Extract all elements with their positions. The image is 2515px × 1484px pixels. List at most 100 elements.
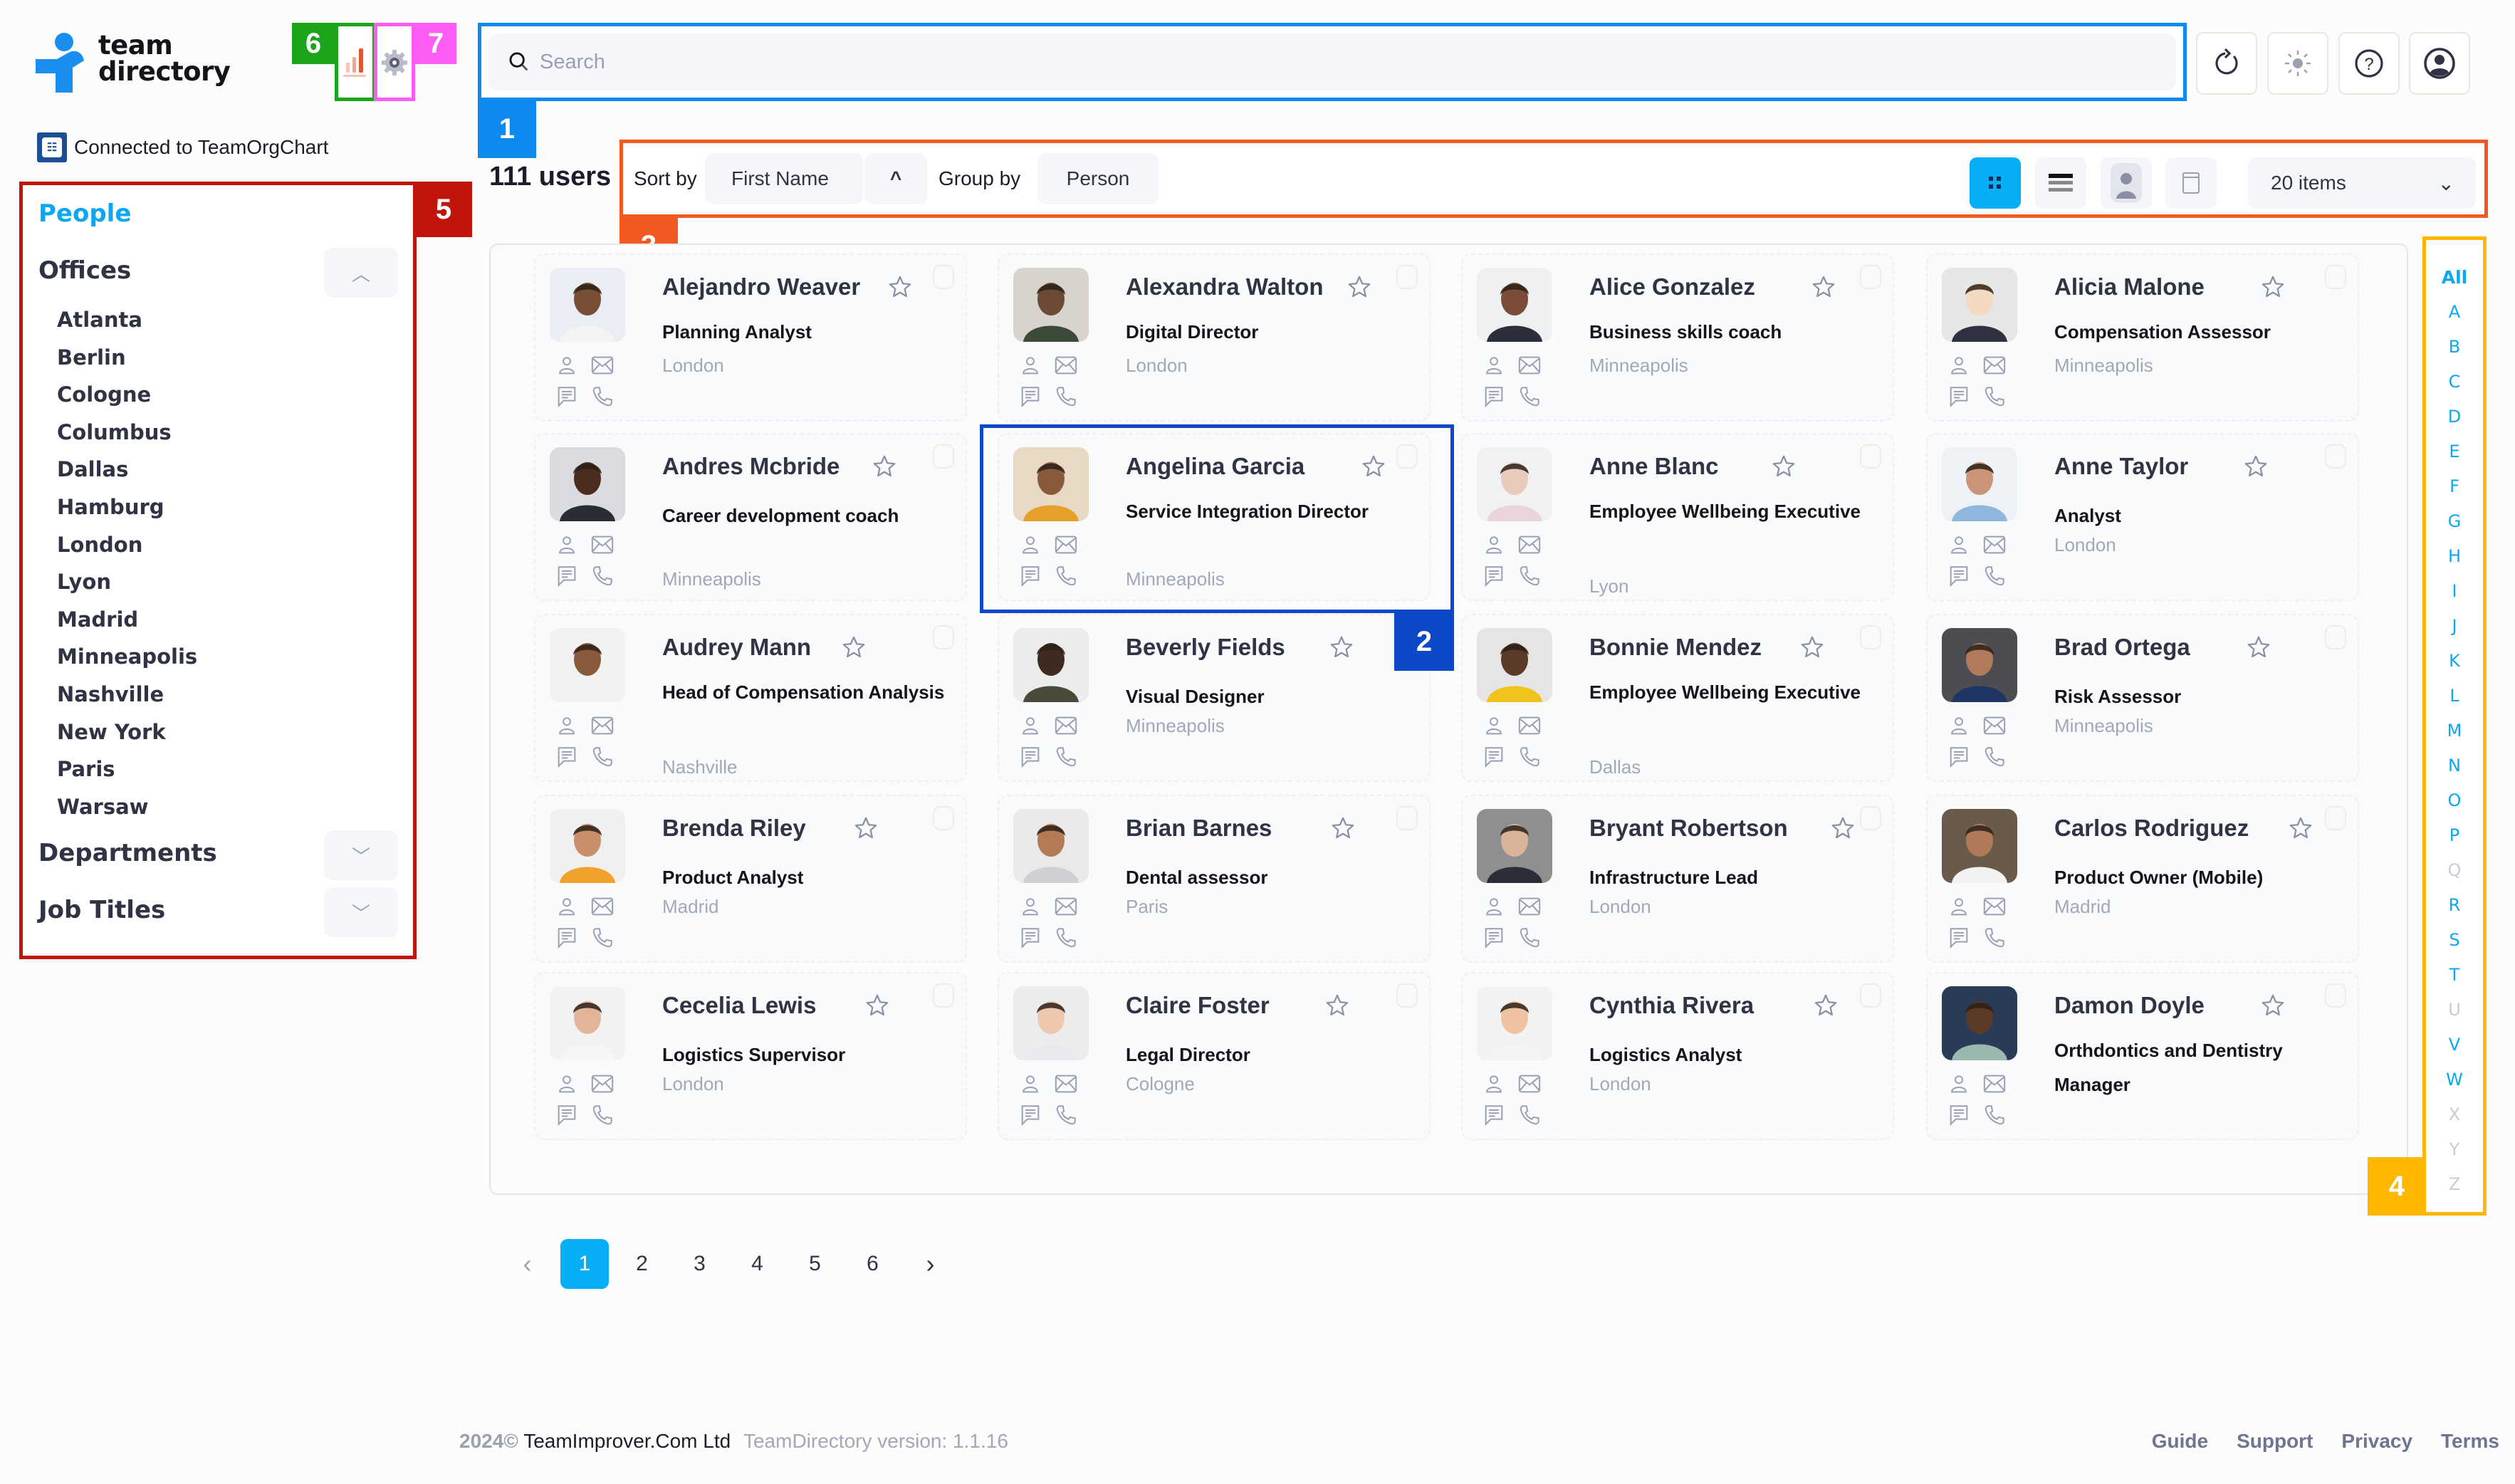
alphabet-letter[interactable]: F xyxy=(2449,469,2459,504)
email-icon[interactable] xyxy=(590,894,615,919)
offices-collapse-toggle[interactable]: ︿ xyxy=(324,248,398,298)
person-card[interactable]: Cynthia Rivera Logistics Analyst London xyxy=(1461,972,1894,1140)
favorite-star-icon[interactable] xyxy=(1328,634,1355,661)
alphabet-letter[interactable]: P xyxy=(2449,818,2459,853)
person-photo[interactable] xyxy=(550,809,625,883)
profile-icon[interactable] xyxy=(1481,1072,1507,1096)
person-photo[interactable] xyxy=(550,447,625,521)
person-photo[interactable] xyxy=(1942,628,2017,702)
sidebar-office-item[interactable]: Columbus xyxy=(57,420,172,444)
person-name[interactable]: Anne Taylor xyxy=(2054,453,2188,480)
view-list-button[interactable] xyxy=(2035,157,2086,209)
person-name[interactable]: Brian Barnes xyxy=(1126,815,1272,842)
alphabet-letter[interactable]: D xyxy=(2448,399,2461,434)
profile-icon[interactable] xyxy=(554,533,580,557)
phone-icon[interactable] xyxy=(1982,564,2007,588)
select-checkbox[interactable] xyxy=(2325,444,2346,469)
person-name[interactable]: Damon Doyle xyxy=(2054,992,2205,1019)
user-account-button[interactable] xyxy=(2409,32,2470,95)
favorite-star-icon[interactable] xyxy=(2242,453,2269,480)
select-checkbox[interactable] xyxy=(1396,806,1418,830)
person-card[interactable]: Anne Taylor Analyst London xyxy=(1926,433,2359,601)
chat-icon[interactable] xyxy=(1018,1103,1043,1127)
sidebar-section-departments[interactable]: Departments xyxy=(38,839,217,867)
favorite-star-icon[interactable] xyxy=(1770,453,1797,480)
pagination-prev-icon[interactable]: ‹ xyxy=(498,1239,556,1289)
person-name[interactable]: Alexandra Walton xyxy=(1126,273,1324,301)
footer-link-terms[interactable]: Terms xyxy=(2441,1430,2499,1453)
sidebar-office-item[interactable]: Berlin xyxy=(57,345,126,370)
phone-icon[interactable] xyxy=(1517,1103,1542,1127)
person-name[interactable]: Brenda Riley xyxy=(662,815,806,842)
profile-icon[interactable] xyxy=(1481,894,1507,919)
select-checkbox[interactable] xyxy=(2325,625,2346,649)
email-icon[interactable] xyxy=(1517,353,1542,377)
favorite-star-icon[interactable] xyxy=(2245,634,2272,661)
alphabet-letter[interactable]: V xyxy=(2449,1028,2460,1062)
statistics-icon[interactable] xyxy=(342,44,369,78)
person-photo[interactable] xyxy=(1013,628,1089,702)
sidebar-office-item[interactable]: London xyxy=(57,533,142,557)
chat-icon[interactable] xyxy=(554,745,580,769)
person-photo[interactable] xyxy=(1477,268,1552,342)
phone-icon[interactable] xyxy=(590,745,615,769)
person-photo[interactable] xyxy=(1477,628,1552,702)
profile-icon[interactable] xyxy=(1946,353,1972,377)
chat-icon[interactable] xyxy=(1481,926,1507,950)
chat-icon[interactable] xyxy=(554,564,580,588)
person-photo[interactable] xyxy=(1942,268,2017,342)
app-logo[interactable]: team directory xyxy=(36,32,242,96)
pagination-page[interactable]: 6 xyxy=(844,1239,901,1289)
chat-icon[interactable] xyxy=(1481,745,1507,769)
alphabet-letter[interactable]: S xyxy=(2449,923,2459,958)
favorite-star-icon[interactable] xyxy=(871,453,898,480)
alphabet-letter[interactable]: E xyxy=(2449,434,2459,469)
email-icon[interactable] xyxy=(1053,714,1079,738)
person-card[interactable]: Beverly Fields Visual Designer Minneapolis xyxy=(998,614,1431,782)
person-photo[interactable] xyxy=(1942,986,2017,1060)
select-checkbox[interactable] xyxy=(933,806,954,830)
person-name[interactable]: Alejandro Weaver xyxy=(662,273,860,301)
favorite-star-icon[interactable] xyxy=(1799,634,1826,661)
profile-icon[interactable] xyxy=(1018,353,1043,377)
profile-icon[interactable] xyxy=(1946,533,1972,557)
alphabet-letter[interactable]: H xyxy=(2448,539,2461,574)
pagination-page[interactable]: 5 xyxy=(786,1239,844,1289)
chat-icon[interactable] xyxy=(1481,385,1507,409)
phone-icon[interactable] xyxy=(1982,745,2007,769)
alphabet-letter[interactable]: C xyxy=(2449,365,2461,399)
alphabet-letter[interactable]: K xyxy=(2449,644,2460,679)
search-input[interactable] xyxy=(540,50,2042,74)
refresh-button[interactable] xyxy=(2196,32,2257,95)
sidebar-office-item[interactable]: Minneapolis xyxy=(57,644,197,669)
person-photo[interactable] xyxy=(550,628,625,702)
chat-icon[interactable] xyxy=(1018,926,1043,950)
person-card[interactable]: Alicia Malone Compensation Assessor Minnea… xyxy=(1926,254,2359,422)
phone-icon[interactable] xyxy=(1053,745,1079,769)
sidebar-office-item[interactable]: Nashville xyxy=(57,682,164,706)
alphabet-letter[interactable]: M xyxy=(2447,714,2462,748)
email-icon[interactable] xyxy=(1982,894,2007,919)
person-photo[interactable] xyxy=(1477,809,1552,883)
select-checkbox[interactable] xyxy=(2325,806,2346,830)
footer-link-support[interactable]: Support xyxy=(2237,1430,2313,1453)
sidebar-office-item[interactable]: New York xyxy=(57,720,166,744)
profile-icon[interactable] xyxy=(1481,353,1507,377)
sort-direction-toggle[interactable]: ^ xyxy=(864,153,927,204)
chat-icon[interactable] xyxy=(1481,564,1507,588)
person-card[interactable]: Cecelia Lewis Logistics Supervisor London xyxy=(534,972,967,1140)
profile-icon[interactable] xyxy=(1946,1072,1972,1096)
help-button[interactable]: ? xyxy=(2338,32,2400,95)
view-photo-button[interactable] xyxy=(2101,157,2152,209)
phone-icon[interactable] xyxy=(1517,564,1542,588)
favorite-star-icon[interactable] xyxy=(840,634,867,661)
job-titles-expand-toggle[interactable]: ﹀ xyxy=(324,887,398,937)
email-icon[interactable] xyxy=(1517,894,1542,919)
select-checkbox[interactable] xyxy=(1860,625,1881,649)
profile-icon[interactable] xyxy=(554,353,580,377)
phone-icon[interactable] xyxy=(1982,1103,2007,1127)
person-card[interactable]: Audrey Mann Head of Compensation Analysis… xyxy=(534,614,967,782)
profile-icon[interactable] xyxy=(554,894,580,919)
select-checkbox[interactable] xyxy=(1860,983,1881,1008)
favorite-star-icon[interactable] xyxy=(864,992,891,1019)
